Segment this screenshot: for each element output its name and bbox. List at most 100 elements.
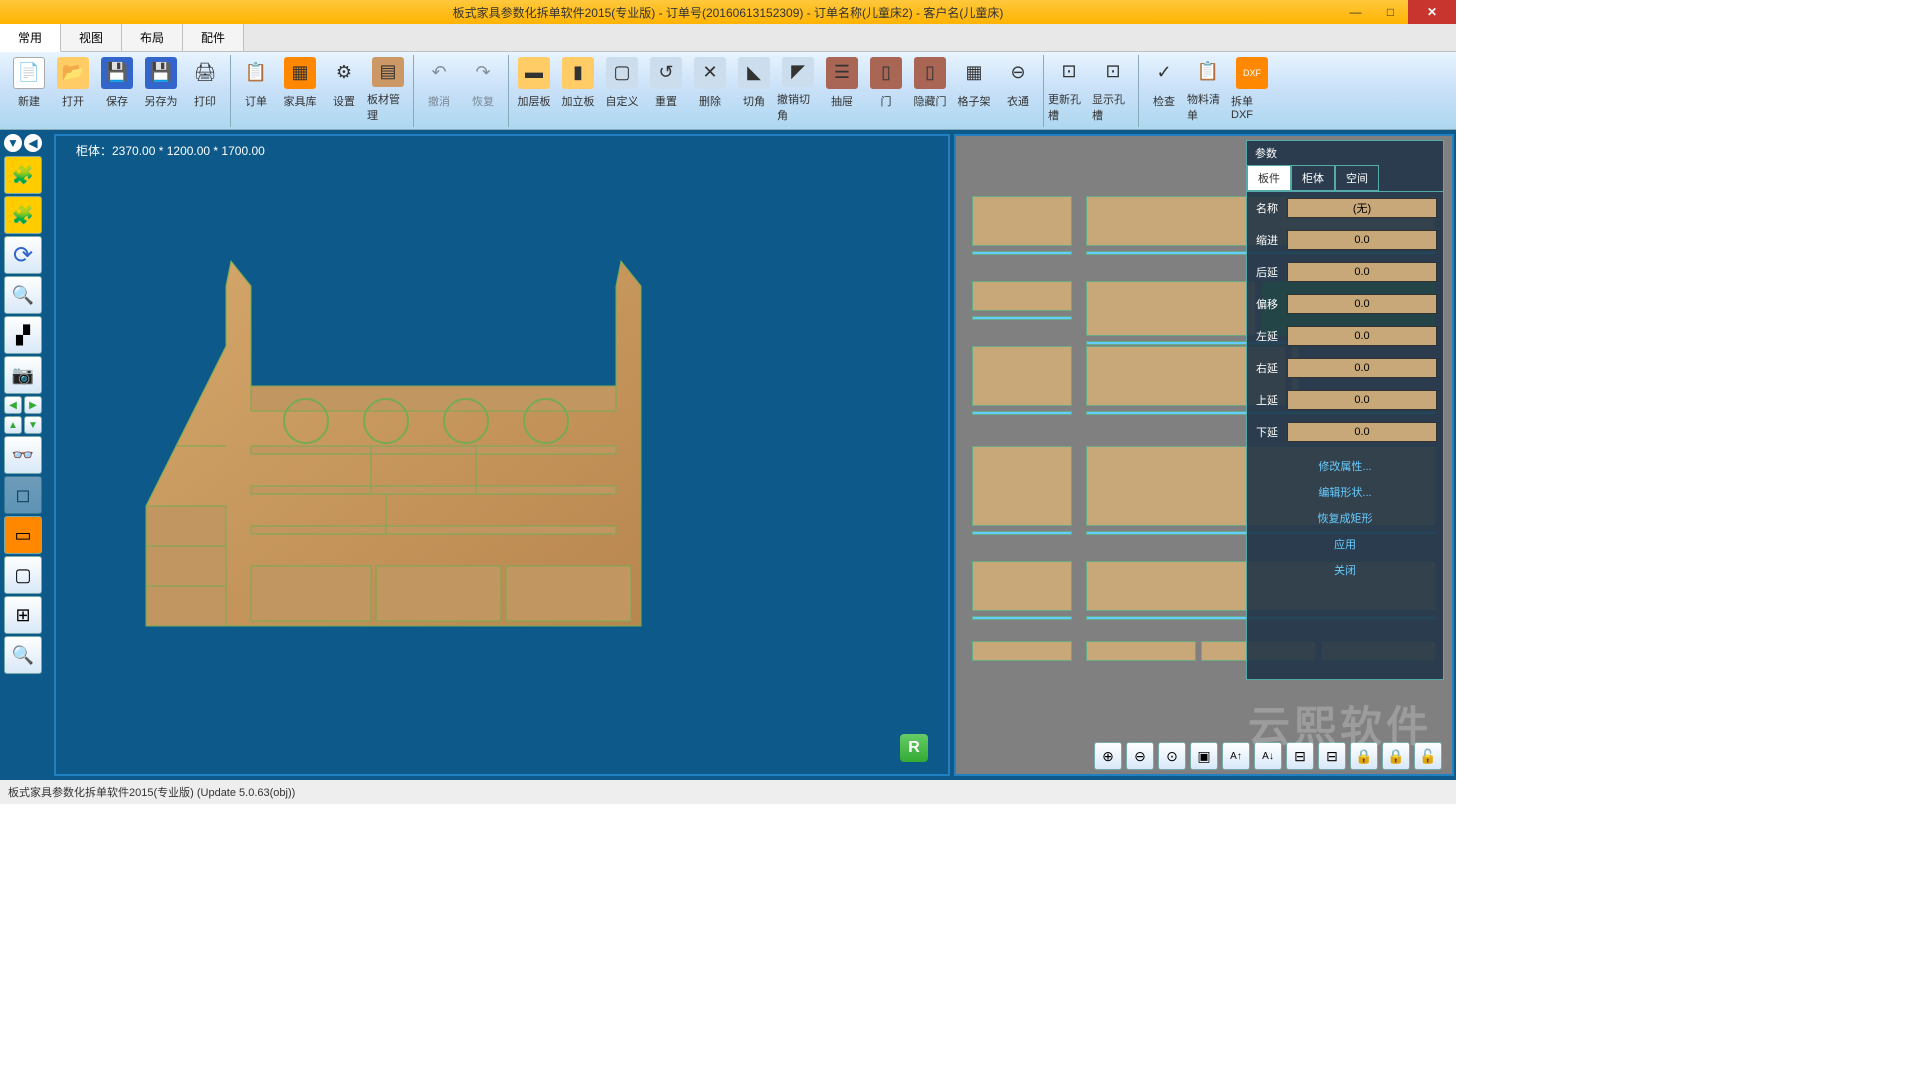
parameters-panel: 参数 板件 柜体 空间 名称 缩进 后延 偏移 左延 右延 上延 下延 修改属性…: [1246, 140, 1444, 680]
panel-tab-board[interactable]: 板件: [1247, 165, 1291, 191]
offset-label: 偏移: [1253, 296, 1281, 312]
indent-label: 缩进: [1253, 232, 1281, 248]
drawer-button[interactable]: ☰抽屉: [821, 55, 863, 123]
print-button[interactable]: 🖨打印: [184, 55, 226, 123]
zoomin-icon[interactable]: ⊕: [1094, 742, 1122, 770]
align-icon[interactable]: ◀: [4, 396, 22, 414]
edit-shape-link[interactable]: 编辑形状...: [1318, 484, 1371, 500]
hidedoor-button[interactable]: ▯隐藏门: [909, 55, 951, 123]
rail-icon[interactable]: ⊟: [1286, 742, 1314, 770]
checker-icon[interactable]: ▞: [4, 316, 42, 354]
back-input[interactable]: [1287, 262, 1437, 282]
textinc-icon[interactable]: A↑: [1222, 742, 1250, 770]
settings-button[interactable]: ⚙设置: [323, 55, 365, 123]
door-button[interactable]: ▯门: [865, 55, 907, 123]
save-button[interactable]: 💾保存: [96, 55, 138, 123]
redo-button[interactable]: ↷恢复: [462, 55, 504, 123]
camera-icon[interactable]: 📷: [4, 356, 42, 394]
align3-icon[interactable]: ▲: [4, 416, 22, 434]
left-toolbar: ▼◀ 🧩 🧩 ⟳ 🔍 ▞ 📷 ◀▶ ▲▼ 👓 ◻ ▭ ▢ ⊞ 🔍 x: [0, 130, 52, 780]
left-input[interactable]: [1287, 326, 1437, 346]
tab-layout[interactable]: 布局: [122, 24, 183, 51]
open-button[interactable]: 📂打开: [52, 55, 94, 123]
rect-icon[interactable]: ▭: [4, 516, 42, 554]
search-tool-icon[interactable]: 🔍: [4, 636, 42, 674]
close-link[interactable]: 关闭: [1334, 562, 1356, 578]
tab-accessory[interactable]: 配件: [183, 24, 244, 51]
panel-tab-cabinet[interactable]: 柜体: [1291, 165, 1335, 191]
check-button[interactable]: ✓检查: [1143, 55, 1185, 123]
addvert-button[interactable]: ▮加立板: [557, 55, 599, 123]
cabinet-dimensions: 柜体：2370.00 * 1200.00 * 1700.00: [76, 142, 265, 159]
bottom-label: 下延: [1253, 424, 1281, 440]
top-label: 上延: [1253, 392, 1281, 408]
showholes-button[interactable]: ⊡显示孔槽: [1092, 55, 1134, 123]
maximize-button[interactable]: □: [1373, 0, 1408, 24]
3d-viewport[interactable]: 柜体：2370.00 * 1200.00 * 1700.00 R: [54, 134, 950, 776]
panel-title: 参数: [1247, 141, 1443, 165]
order-button[interactable]: 📋订单: [235, 55, 277, 123]
zoom-icon[interactable]: 🔍: [4, 276, 42, 314]
refresh-icon[interactable]: ⟳: [4, 236, 42, 274]
custom-button[interactable]: ▢自定义: [601, 55, 643, 123]
binoc-icon[interactable]: 👓: [4, 436, 42, 474]
layers2-icon[interactable]: ▣: [1190, 742, 1218, 770]
restore-rect-link[interactable]: 恢复成矩形: [1318, 510, 1373, 526]
ribbon-tabs: 常用 视图 布局 配件: [0, 24, 1456, 52]
reset-button[interactable]: ↺重置: [645, 55, 687, 123]
puzzle-del-icon[interactable]: 🧩: [4, 196, 42, 234]
offset-input[interactable]: [1287, 294, 1437, 314]
cube-icon[interactable]: ◻: [4, 476, 42, 514]
indent-input[interactable]: [1287, 230, 1437, 250]
grid-tool-icon[interactable]: ⊞: [4, 596, 42, 634]
2d-viewport[interactable]: ↖ 参数 板件 柜体 空间 名称 缩进 后延 偏移 左延 右延 上延 下延 修改…: [954, 134, 1454, 776]
addshelf-button[interactable]: ▬加层板: [513, 55, 555, 123]
r-badge: R: [900, 734, 928, 762]
textdec-icon[interactable]: A↓: [1254, 742, 1282, 770]
tab-view[interactable]: 视图: [61, 24, 122, 51]
bottom-input[interactable]: [1287, 422, 1437, 442]
lock3-icon[interactable]: 🔓: [1414, 742, 1442, 770]
lock2-icon[interactable]: 🔒: [1382, 742, 1410, 770]
edit-props-link[interactable]: 修改属性...: [1318, 458, 1371, 474]
new-button[interactable]: 📄新建: [8, 55, 50, 123]
align2-icon[interactable]: ▶: [24, 396, 42, 414]
undocut-button[interactable]: ◤撤销切角: [777, 55, 819, 123]
furniture-3d-model: [96, 246, 656, 646]
tab-common[interactable]: 常用: [0, 24, 61, 52]
collapse-icon[interactable]: ▼: [4, 134, 22, 152]
status-bar: 板式家具参数化拆单软件2015(专业版) (Update 5.0.63(obj)…: [0, 780, 1456, 804]
cut-button[interactable]: ◣切角: [733, 55, 775, 123]
rod-button[interactable]: ⊖衣通: [997, 55, 1039, 123]
apply-link[interactable]: 应用: [1334, 536, 1356, 552]
right-input[interactable]: [1287, 358, 1437, 378]
undo-button[interactable]: ↶撤消: [418, 55, 460, 123]
library-button[interactable]: ▦家具库: [279, 55, 321, 123]
left-label: 左延: [1253, 328, 1281, 344]
workspace: ▼◀ 🧩 🧩 ⟳ 🔍 ▞ 📷 ◀▶ ▲▼ 👓 ◻ ▭ ▢ ⊞ 🔍 x 柜体：23…: [0, 130, 1456, 780]
back-label: 后延: [1253, 264, 1281, 280]
ribbon-toolbar: 📄新建 📂打开 💾保存 💾另存为 🖨打印 📋订单 ▦家具库 ⚙设置 ▤板材管理 …: [0, 52, 1456, 130]
app-title: 板式家具参数化拆单软件2015(专业版) - 订单号(2016061315230…: [453, 4, 1004, 21]
close-button[interactable]: ✕: [1408, 0, 1456, 24]
bom-button[interactable]: 📋物料清单: [1187, 55, 1229, 123]
nav-icon[interactable]: ◀: [24, 134, 42, 152]
align4-icon[interactable]: ▼: [24, 416, 42, 434]
top-input[interactable]: [1287, 390, 1437, 410]
puzzle-add-icon[interactable]: 🧩: [4, 156, 42, 194]
name-input[interactable]: [1287, 198, 1437, 218]
grid-button[interactable]: ▦格子架: [953, 55, 995, 123]
delete-button[interactable]: ✕删除: [689, 55, 731, 123]
layers-icon[interactable]: ▢: [4, 556, 42, 594]
dxf-button[interactable]: DXF拆单DXF: [1231, 55, 1273, 123]
materials-button[interactable]: ▤板材管理: [367, 55, 409, 123]
panel-tab-space[interactable]: 空间: [1335, 165, 1379, 191]
saveas-button[interactable]: 💾另存为: [140, 55, 182, 123]
rail2-icon[interactable]: ⊟: [1318, 742, 1346, 770]
updateholes-button[interactable]: ⊡更新孔槽: [1048, 55, 1090, 123]
minimize-button[interactable]: —: [1338, 0, 1373, 24]
name-label: 名称: [1253, 200, 1281, 216]
zoomfit-icon[interactable]: ⊙: [1158, 742, 1186, 770]
zoomout-icon[interactable]: ⊖: [1126, 742, 1154, 770]
lock1-icon[interactable]: 🔒: [1350, 742, 1378, 770]
